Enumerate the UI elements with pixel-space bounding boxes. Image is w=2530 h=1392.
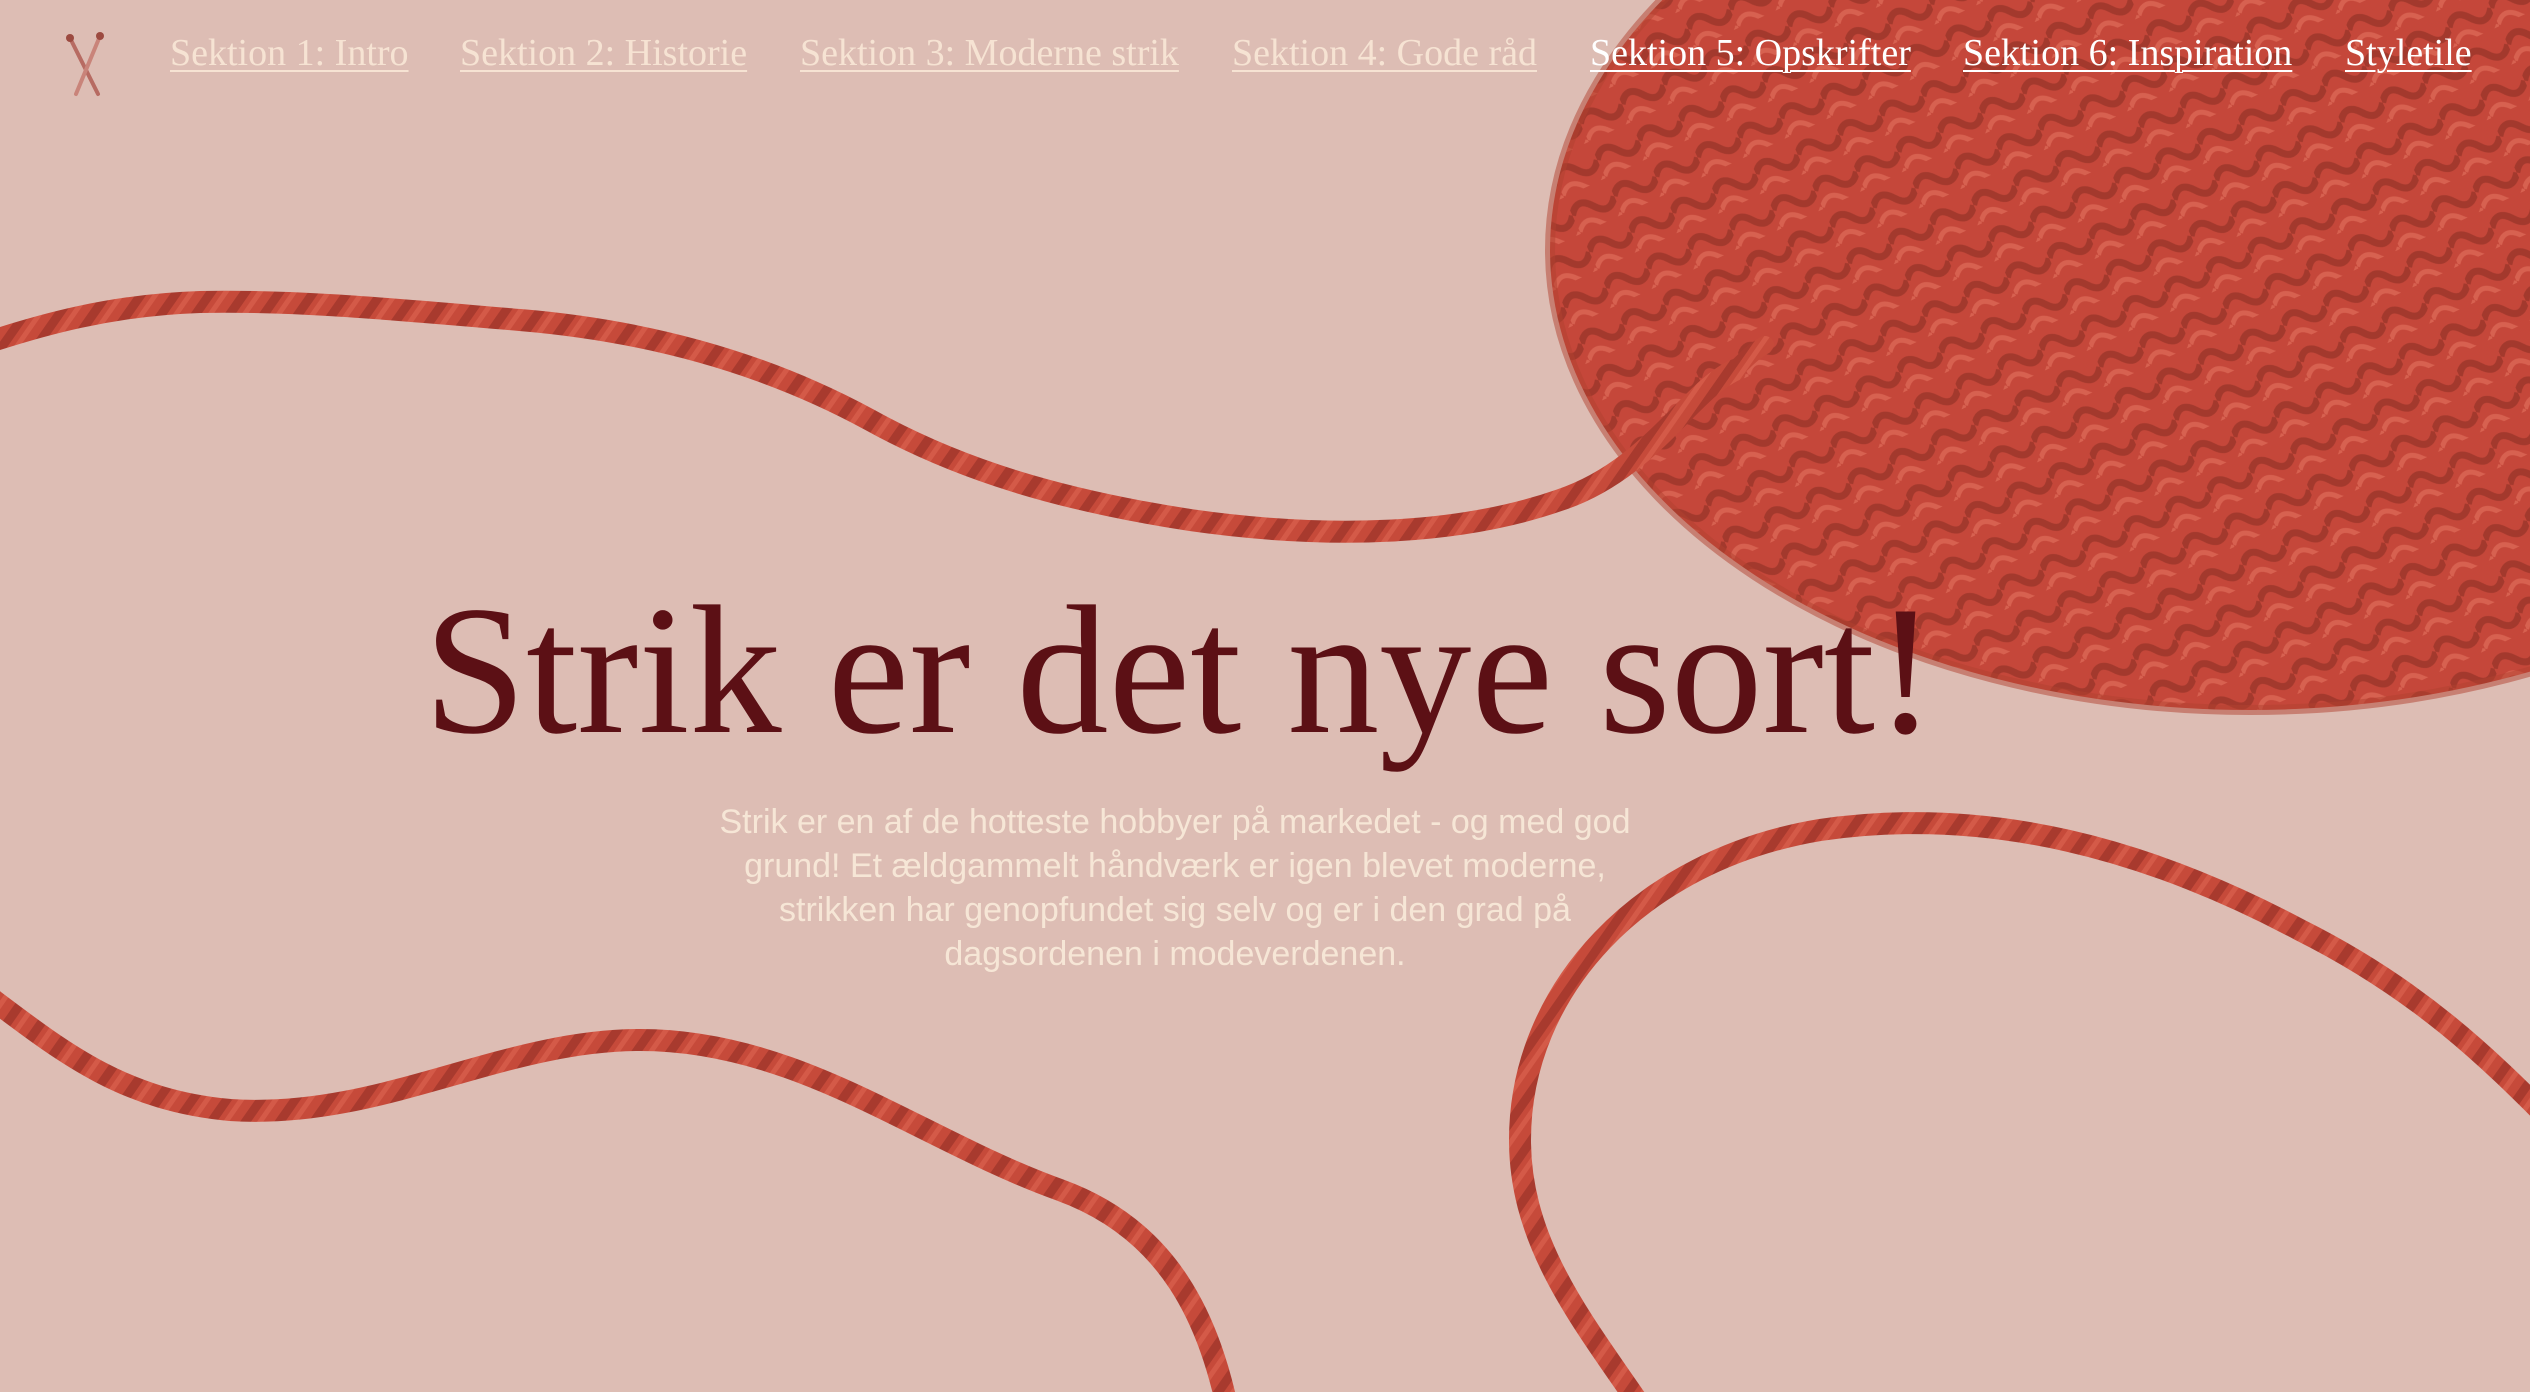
hero-section: Sektion 1: Intro Sektion 2: Historie Sek… xyxy=(0,0,2530,1392)
knitting-needles-icon[interactable] xyxy=(62,30,110,100)
nav-link-gode-raad[interactable]: Sektion 4: Gode råd xyxy=(1232,28,1537,78)
nav-link-inspiration[interactable]: Sektion 6: Inspiration xyxy=(1963,28,2292,78)
nav-link-opskrifter[interactable]: Sektion 5: Opskrifter xyxy=(1590,28,1911,78)
nav-link-historie[interactable]: Sektion 2: Historie xyxy=(460,28,747,78)
nav-link-styletile[interactable]: Styletile xyxy=(2345,28,2472,78)
main-navigation: Sektion 1: Intro Sektion 2: Historie Sek… xyxy=(0,0,2530,110)
nav-link-intro[interactable]: Sektion 1: Intro xyxy=(170,28,409,78)
hero-lead-text: Strik er en af de hotteste hobbyer på ma… xyxy=(719,803,1631,973)
nav-link-moderne-strik[interactable]: Sektion 3: Moderne strik xyxy=(800,28,1179,78)
hero-title: Strik er det nye sort! xyxy=(423,568,1937,772)
